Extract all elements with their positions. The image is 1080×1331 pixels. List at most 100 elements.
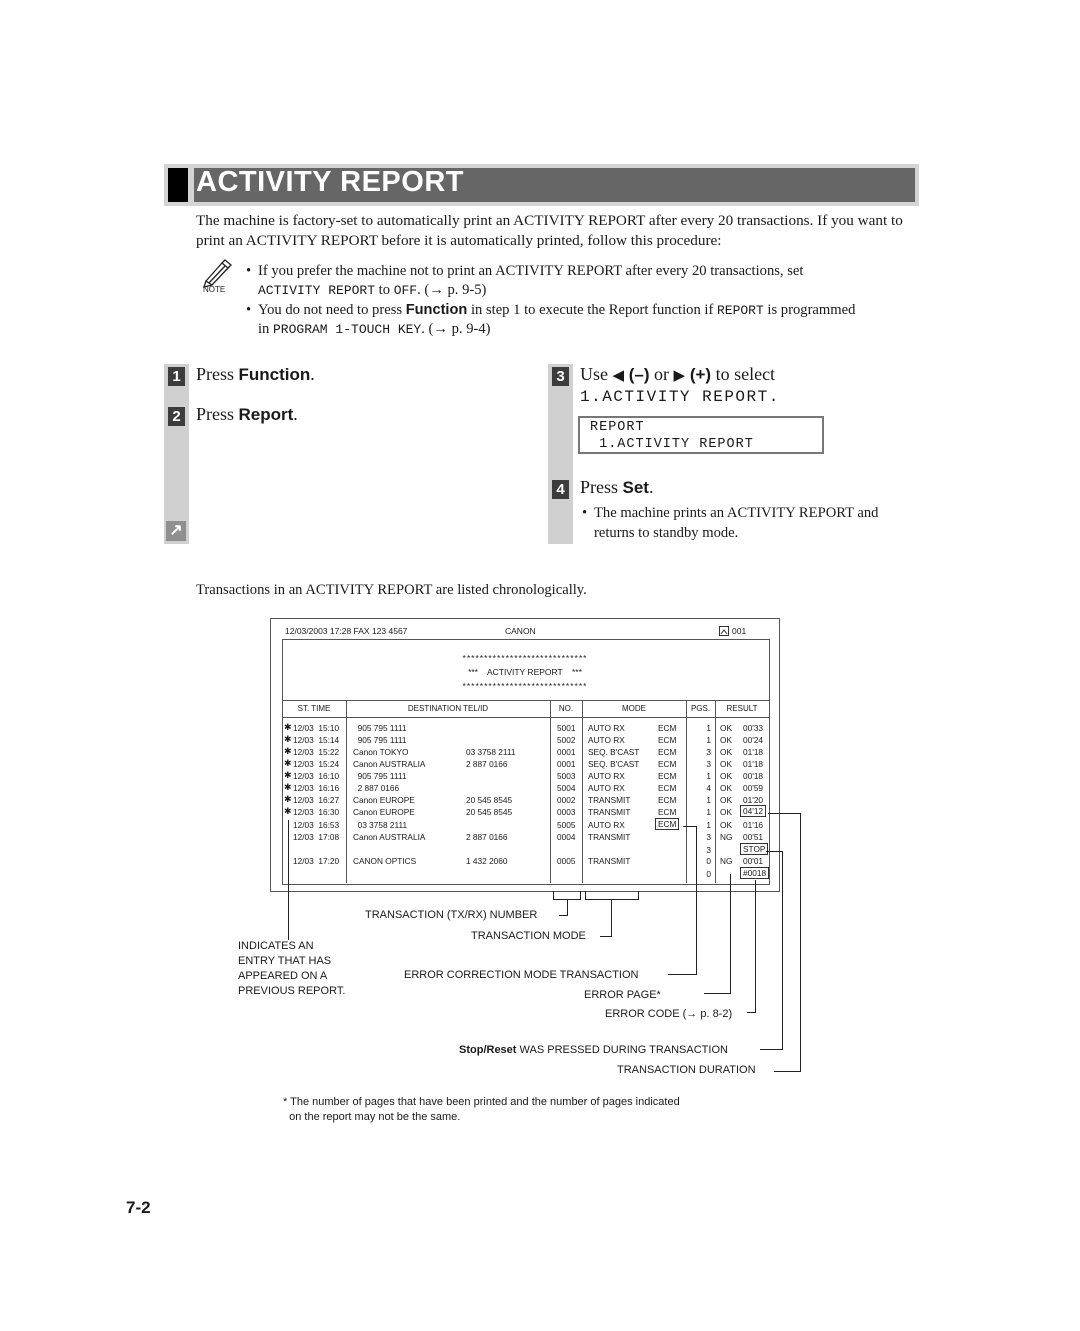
- transaction-number: 0001: [557, 759, 576, 769]
- continue-arrow-icon: ↗: [166, 521, 186, 541]
- leader-line: [580, 891, 581, 899]
- divider: [282, 700, 769, 701]
- step-text: Press: [196, 364, 239, 384]
- section-title: ACTIVITY REPORT: [196, 166, 464, 198]
- result: OK: [720, 747, 732, 757]
- leader-line: [696, 826, 697, 975]
- ecm-flag: ECM: [658, 735, 677, 745]
- destination-tel: 1 432 2060: [466, 856, 508, 866]
- leader-line: [288, 820, 289, 940]
- code-text: OFF: [393, 283, 418, 298]
- note-text: to: [375, 282, 394, 298]
- title-marker: [168, 168, 188, 202]
- page-reference: . (→ p. 9-5): [417, 282, 487, 298]
- step-text: or: [649, 364, 674, 384]
- transaction-mode: TRANSMIT: [588, 856, 631, 866]
- report-header-left: 12/03/2003 17:28 FAX 123 4567: [285, 626, 408, 636]
- pages: 3: [706, 747, 711, 757]
- leader-line: [766, 851, 782, 852]
- pages: 1: [706, 807, 711, 817]
- step-number: 2: [168, 407, 185, 426]
- pages: 4: [706, 783, 711, 793]
- transaction-number: 5002: [557, 735, 576, 745]
- menu-item-code: 1.ACTIVITY REPORT.: [580, 388, 780, 406]
- footnote-line: * The number of pages that have been pri…: [283, 1096, 680, 1108]
- transaction-mode: AUTO RX: [588, 771, 625, 781]
- note-text: If you prefer the machine not to print a…: [258, 263, 804, 279]
- report-title: *** ACTIVITY REPORT ***: [468, 667, 582, 677]
- result: OK: [720, 759, 732, 769]
- key-name: Set: [622, 478, 649, 497]
- callout-line: PREVIOUS REPORT.: [238, 985, 346, 997]
- column-header: NO.: [558, 704, 574, 713]
- lcd-line: 1.ACTIVITY REPORT: [590, 437, 754, 452]
- destination-tel: 20 545 8545: [466, 795, 513, 805]
- transaction-number: 0001: [557, 747, 576, 757]
- column-header: MODE: [622, 704, 646, 713]
- leader-line: [559, 915, 568, 916]
- transaction-mode: AUTO RX: [588, 783, 625, 793]
- step-text: Press: [580, 477, 623, 497]
- step-text: .: [293, 404, 298, 424]
- ecm-flag: ECM: [658, 747, 677, 757]
- transaction-number: 5001: [557, 723, 576, 733]
- leader-line: [774, 1071, 801, 1072]
- intro-paragraph: The machine is factory-set to automatica…: [196, 212, 903, 249]
- column-header: DESTINATION TEL/ID: [407, 704, 489, 713]
- previous-entry-mark: ✱: [284, 722, 292, 732]
- column-header: PGS.: [690, 704, 711, 713]
- transaction-number: 5004: [557, 783, 576, 793]
- lcd-line: REPORT: [590, 420, 645, 435]
- destination-tel: 20 545 8545: [466, 807, 513, 817]
- key-name: Report: [238, 405, 294, 424]
- lcd-display: REPORT 1.ACTIVITY REPORT: [578, 416, 824, 454]
- start-time: 12/03 15:10: [293, 723, 340, 733]
- code-text: REPORT: [716, 303, 764, 318]
- callout-error-page: ERROR PAGE*: [584, 989, 661, 1001]
- transaction-mode: SEQ. B'CAST: [588, 747, 640, 757]
- destination: 905 795 1111: [353, 735, 407, 745]
- key-name: (+): [685, 365, 712, 384]
- start-time: 12/03 16:10: [293, 771, 340, 781]
- transaction-mode: TRANSMIT: [588, 807, 631, 817]
- left-arrow-icon: ◀: [612, 367, 625, 384]
- step-number: 3: [552, 367, 569, 386]
- leader-line: [585, 899, 639, 900]
- step-text: Press: [196, 404, 239, 424]
- step-text: to select: [711, 364, 776, 384]
- divider: [715, 700, 716, 883]
- destination: 905 795 1111: [353, 771, 407, 781]
- previous-entry-mark: ✱: [284, 770, 292, 780]
- key-name: (–): [624, 365, 650, 384]
- column-header: ST. TIME: [297, 704, 331, 713]
- result: OK: [720, 820, 732, 830]
- leader-line: [668, 974, 697, 975]
- start-time: 12/03 15:22: [293, 747, 340, 757]
- destination: Canon AUSTRALIA: [353, 759, 426, 769]
- report-stars: *****************************: [462, 681, 588, 691]
- transaction-number: 0003: [557, 807, 576, 817]
- chronological-note: Transactions in an ACTIVITY REPORT are l…: [196, 582, 587, 598]
- result: OK: [720, 795, 732, 805]
- transaction-mode: AUTO RX: [588, 723, 625, 733]
- report-stars: *****************************: [462, 653, 588, 663]
- duration: 00'01: [743, 856, 764, 866]
- transaction-mode: AUTO RX: [588, 820, 625, 830]
- duration: STOP: [740, 843, 769, 855]
- start-time: 12/03 15:24: [293, 759, 340, 769]
- step-text: .: [648, 477, 654, 497]
- callout-line: ENTRY THAT HAS: [238, 955, 332, 967]
- code-text: ACTIVITY REPORT: [258, 283, 376, 298]
- note-text: in: [258, 321, 273, 337]
- result: OK: [720, 783, 732, 793]
- result: OK: [720, 723, 732, 733]
- report-header-center: CANON: [505, 626, 536, 636]
- report-page-number: 001: [732, 626, 747, 636]
- ecm-flag: ECM: [655, 818, 680, 830]
- duration: 04'12: [740, 805, 767, 817]
- result: OK: [720, 735, 732, 745]
- callout-previous-report: INDICATES AN ENTRY THAT HAS APPEARED ON …: [238, 939, 345, 999]
- transaction-number: 0005: [557, 856, 576, 866]
- transaction-number: 0004: [557, 832, 576, 842]
- leader-line: [760, 1049, 783, 1050]
